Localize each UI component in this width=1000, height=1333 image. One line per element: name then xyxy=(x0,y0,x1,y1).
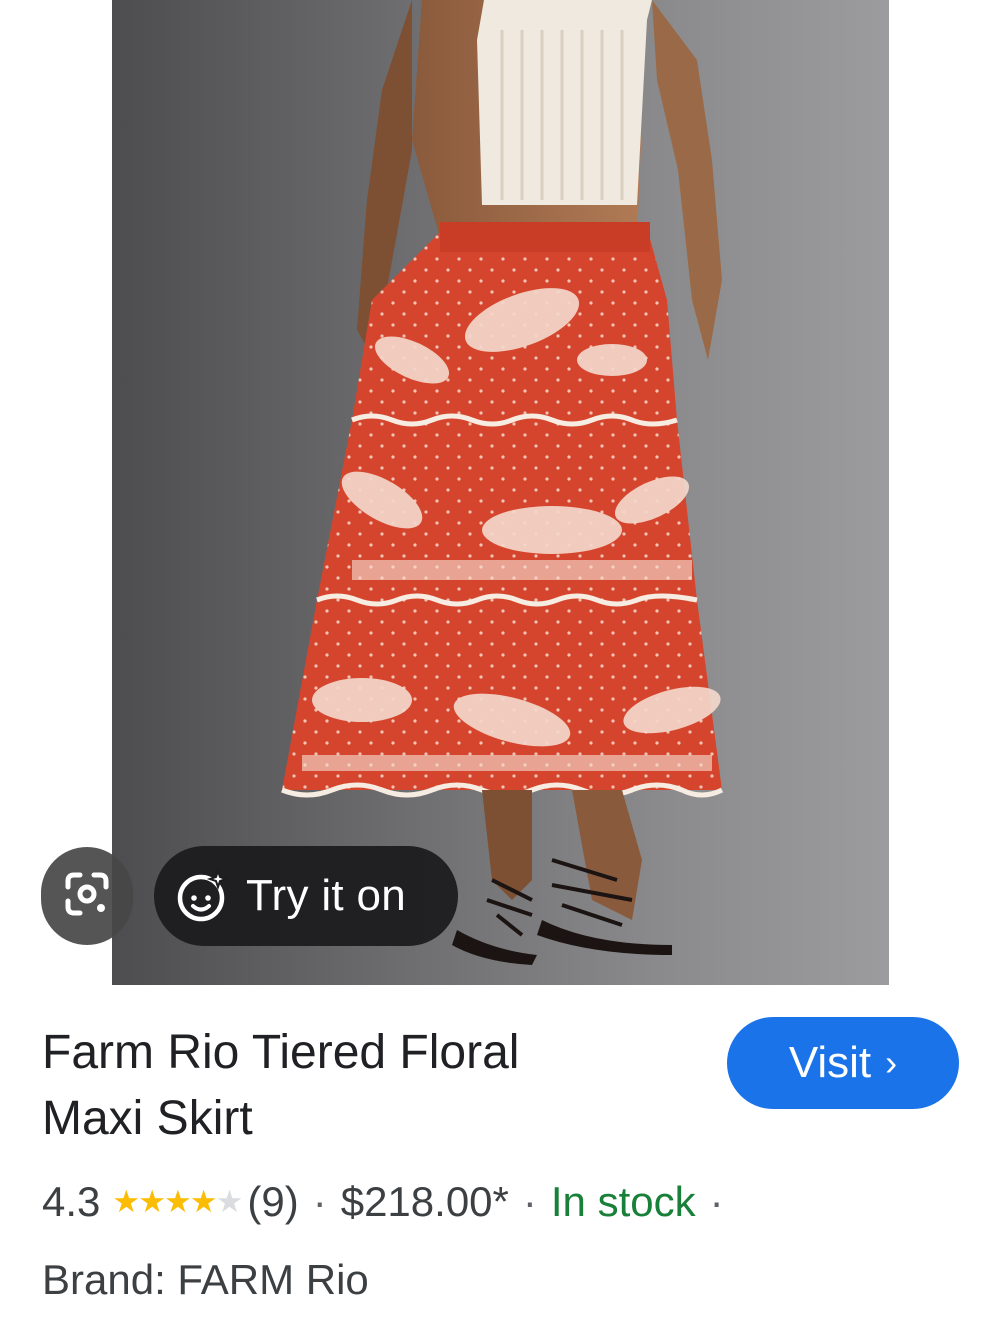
separator: · xyxy=(312,1178,327,1225)
product-detail-page: Try it on Farm Rio Tiered Floral Maxi Sk… xyxy=(0,0,1000,1333)
try-it-on-button[interactable]: Try it on xyxy=(154,846,458,946)
product-image-area[interactable]: Try it on xyxy=(0,0,1000,985)
product-title-line2: Maxi Skirt xyxy=(42,1092,253,1145)
visit-label: Visit xyxy=(788,1038,872,1087)
star-icon: ★ xyxy=(112,1184,140,1219)
separator: · xyxy=(709,1178,724,1225)
chevron-right-icon: › xyxy=(885,1042,898,1083)
google-lens-button[interactable] xyxy=(41,847,133,945)
product-meta-row: 4.3 ★ ★ ★ ★ ★ (9) · $218.00* · In stock … xyxy=(42,1172,738,1232)
product-title-line1: Farm Rio Tiered Floral xyxy=(42,1026,520,1079)
product-photo[interactable] xyxy=(112,0,889,985)
rating-value: 4.3 xyxy=(42,1178,101,1225)
product-title[interactable]: Farm Rio Tiered Floral Maxi Skirt xyxy=(42,1020,662,1152)
product-illustration xyxy=(281,0,724,965)
star-empty-icon: ★ xyxy=(215,1184,244,1219)
visit-button[interactable]: Visit › xyxy=(727,1017,959,1109)
review-count[interactable]: (9) xyxy=(247,1178,298,1226)
rating-stars: ★ ★ ★ ★ ★ xyxy=(112,1184,244,1220)
face-sparkle-icon xyxy=(174,869,228,923)
brand-label: Brand: FARM Rio xyxy=(42,1256,369,1303)
price: $218.00* xyxy=(340,1178,509,1225)
star-icon: ★ xyxy=(189,1184,218,1219)
google-lens-icon xyxy=(62,869,112,924)
stock-status: In stock xyxy=(550,1178,696,1225)
star-icon: ★ xyxy=(163,1184,192,1219)
star-icon: ★ xyxy=(138,1184,166,1219)
try-it-on-label: Try it on xyxy=(246,871,406,920)
separator: · xyxy=(522,1178,537,1225)
